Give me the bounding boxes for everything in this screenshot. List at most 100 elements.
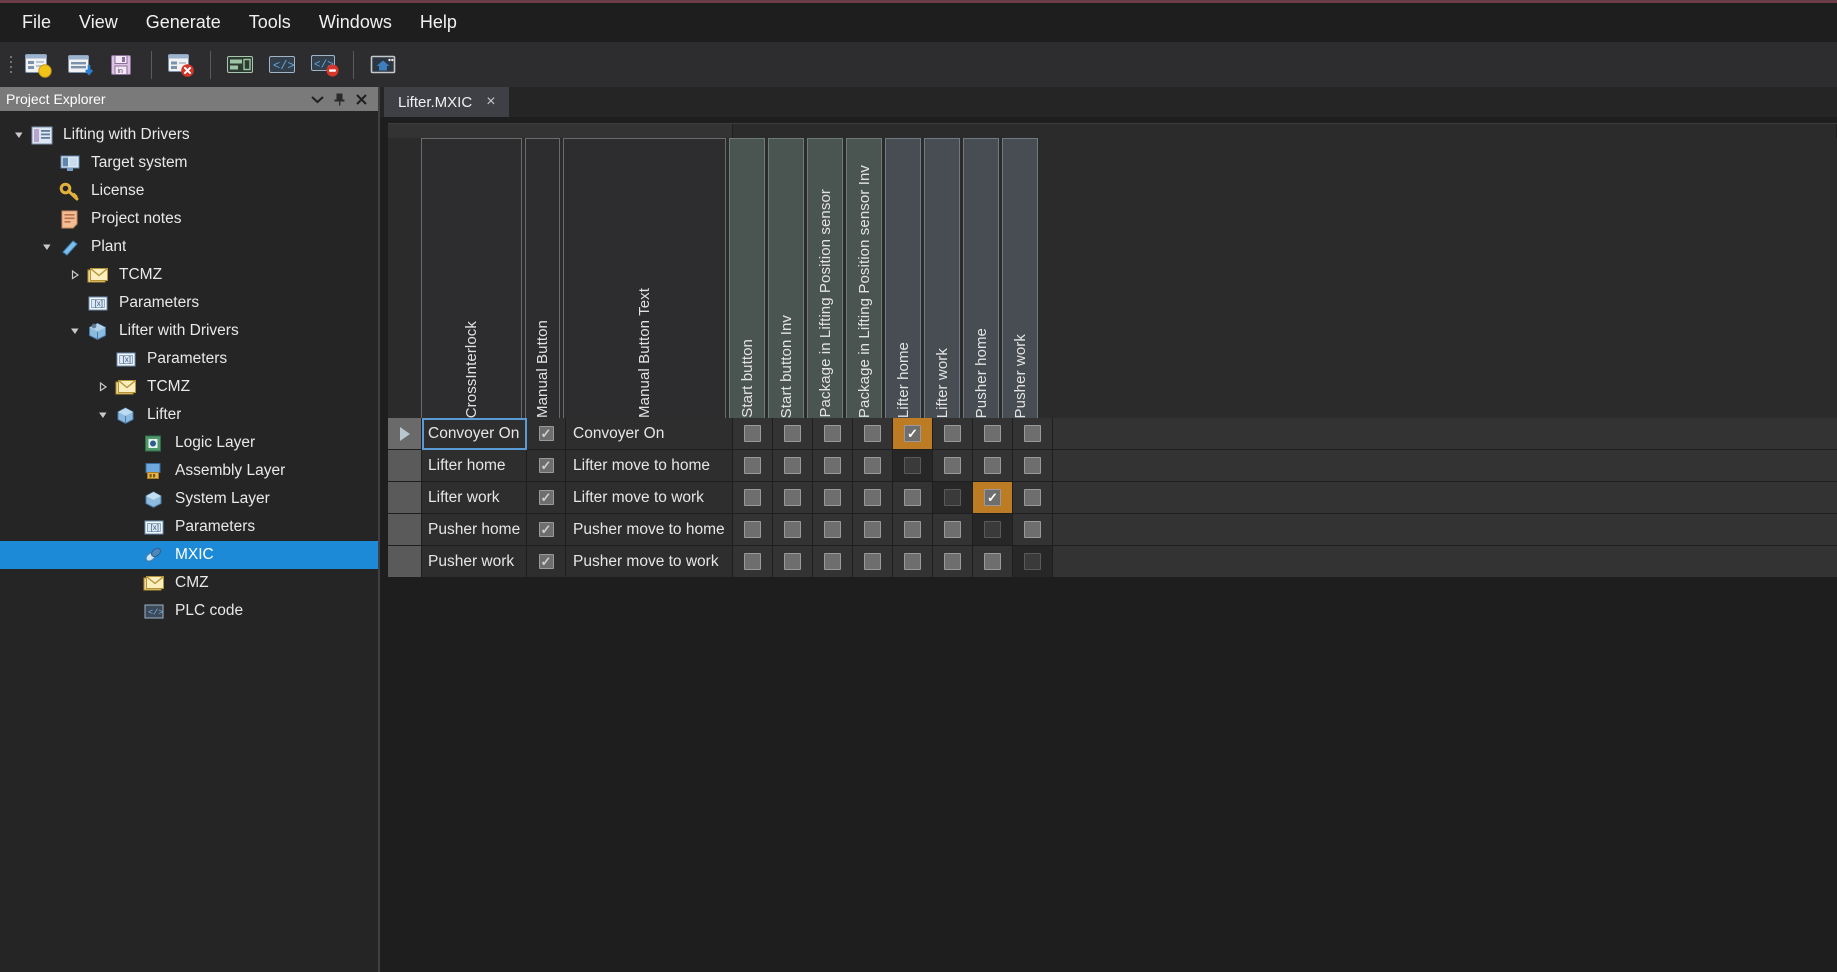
cell-cross-interlock[interactable]: Pusher work xyxy=(422,546,527,578)
tree-item-lifting-with-drivers[interactable]: Lifting with Drivers xyxy=(0,121,378,149)
cell-signal-package-in-lifting-position-sensor-inv[interactable] xyxy=(853,546,893,578)
cell-signal-start-button-inv[interactable] xyxy=(773,482,813,514)
checkbox-signal[interactable] xyxy=(824,457,841,474)
cell-signal-pusher-home[interactable]: ✓ xyxy=(973,482,1013,514)
cell-signal-lifter-home[interactable]: ✓ xyxy=(893,418,933,450)
checkbox-manual-button[interactable]: ✓ xyxy=(538,554,554,569)
cell-manual-button-text[interactable]: Lifter move to work xyxy=(566,482,733,514)
cell-manual-button-checkbox[interactable]: ✓ xyxy=(527,546,566,578)
cell-signal-lifter-work[interactable] xyxy=(933,418,973,450)
cell-signal-package-in-lifting-position-sensor[interactable] xyxy=(813,450,853,482)
checkbox-signal[interactable] xyxy=(1024,521,1041,538)
tree-item-parameters[interactable]: [x] Parameters xyxy=(0,345,378,373)
row-header-indicator[interactable] xyxy=(388,450,422,482)
cell-signal-package-in-lifting-position-sensor-inv[interactable] xyxy=(853,418,893,450)
checkbox-manual-button[interactable]: ✓ xyxy=(538,458,554,473)
generate-code-icon[interactable]: </> xyxy=(262,47,302,83)
row-header-indicator[interactable] xyxy=(388,546,422,578)
cell-signal-lifter-home[interactable] xyxy=(893,514,933,546)
column-header-crossinterlock[interactable]: CrossInterlock xyxy=(421,138,522,418)
matrix-row[interactable]: Pusher work ✓ Pusher move to work xyxy=(388,546,1837,578)
checkbox-signal[interactable] xyxy=(864,457,881,474)
menu-windows[interactable]: Windows xyxy=(305,8,406,37)
checkbox-signal[interactable] xyxy=(944,457,961,474)
checkbox-signal[interactable] xyxy=(904,553,921,570)
tab-close-icon[interactable]: × xyxy=(483,93,498,111)
checkbox-manual-button[interactable]: ✓ xyxy=(538,490,554,505)
cell-signal-package-in-lifting-position-sensor[interactable] xyxy=(813,514,853,546)
cell-signal-start-button[interactable] xyxy=(733,482,773,514)
cell-signal-lifter-work[interactable] xyxy=(933,546,973,578)
checkbox-signal[interactable] xyxy=(744,489,761,506)
checkbox-signal[interactable] xyxy=(824,425,841,442)
checkbox-signal[interactable] xyxy=(944,521,961,538)
tree-item-parameters[interactable]: [x] Parameters xyxy=(0,513,378,541)
column-header-pusher-home[interactable]: Pusher home xyxy=(963,138,999,418)
cell-manual-button-text[interactable]: Convoyer On xyxy=(566,418,733,450)
checkbox-signal[interactable] xyxy=(744,553,761,570)
checkbox-signal[interactable]: ✓ xyxy=(984,489,1001,506)
cell-signal-lifter-work[interactable] xyxy=(933,450,973,482)
checkbox-signal[interactable] xyxy=(984,457,1001,474)
menu-view[interactable]: View xyxy=(65,8,132,37)
tree-item-lifter[interactable]: Lifter xyxy=(0,401,378,429)
cell-signal-package-in-lifting-position-sensor[interactable] xyxy=(813,546,853,578)
cell-signal-package-in-lifting-position-sensor-inv[interactable] xyxy=(853,482,893,514)
checkbox-signal[interactable] xyxy=(784,521,801,538)
column-header-manual-button-text[interactable]: Manual Button Text xyxy=(563,138,726,418)
cell-signal-start-button[interactable] xyxy=(733,418,773,450)
menu-generate[interactable]: Generate xyxy=(132,8,235,37)
checkbox-signal[interactable] xyxy=(984,553,1001,570)
generate-hmi-icon[interactable] xyxy=(220,47,260,83)
matrix-row[interactable]: Convoyer On ✓ Convoyer On ✓ xyxy=(388,418,1837,450)
checkbox-signal[interactable] xyxy=(864,521,881,538)
column-header-package-in-lifting-position-sensor[interactable]: Package in Lifting Position sensor xyxy=(807,138,843,418)
checkbox-signal[interactable] xyxy=(744,425,761,442)
checkbox-signal[interactable] xyxy=(1024,457,1041,474)
chevron-right-icon[interactable] xyxy=(64,270,86,280)
cell-cross-interlock[interactable]: Pusher home xyxy=(422,514,527,546)
checkbox-signal[interactable] xyxy=(1024,425,1041,442)
cell-manual-button-text[interactable]: Pusher move to work xyxy=(566,546,733,578)
chevron-right-icon[interactable] xyxy=(92,382,114,392)
cell-signal-start-button-inv[interactable] xyxy=(773,450,813,482)
checkbox-signal[interactable] xyxy=(824,553,841,570)
new-project-icon[interactable] xyxy=(18,47,58,83)
checkbox-signal[interactable] xyxy=(904,521,921,538)
cell-manual-button-checkbox[interactable]: ✓ xyxy=(527,482,566,514)
tree-item-license[interactable]: License xyxy=(0,177,378,205)
column-header-manual-button[interactable]: Manual Button xyxy=(525,138,560,418)
menu-tools[interactable]: Tools xyxy=(235,8,305,37)
checkbox-signal[interactable] xyxy=(824,489,841,506)
cell-cross-interlock[interactable]: Convoyer On xyxy=(422,418,527,450)
chevron-down-icon[interactable] xyxy=(36,242,58,252)
tree-item-tcmz[interactable]: TCMZ xyxy=(0,373,378,401)
cell-signal-start-button-inv[interactable] xyxy=(773,418,813,450)
column-header-lifter-home[interactable]: Lifter home xyxy=(885,138,921,418)
checkbox-signal[interactable] xyxy=(784,457,801,474)
row-header-indicator[interactable] xyxy=(388,514,422,546)
checkbox-signal[interactable] xyxy=(1024,489,1041,506)
checkbox-manual-button[interactable]: ✓ xyxy=(538,522,554,537)
matrix-row[interactable]: Pusher home ✓ Pusher move to home xyxy=(388,514,1837,546)
cell-signal-pusher-work[interactable] xyxy=(1013,450,1053,482)
menu-file[interactable]: File xyxy=(8,8,65,37)
column-header-pusher-work[interactable]: Pusher work xyxy=(1002,138,1038,418)
tree-item-parameters[interactable]: [x] Parameters xyxy=(0,289,378,317)
column-header-start-button[interactable]: Start button xyxy=(729,138,765,418)
checkbox-signal[interactable] xyxy=(944,553,961,570)
cell-signal-start-button[interactable] xyxy=(733,514,773,546)
tree-item-lifter-with-drivers[interactable]: Lifter with Drivers xyxy=(0,317,378,345)
cell-signal-start-button[interactable] xyxy=(733,546,773,578)
checkbox-signal[interactable] xyxy=(744,457,761,474)
checkbox-manual-button[interactable]: ✓ xyxy=(538,426,554,441)
cell-cross-interlock[interactable]: Lifter home xyxy=(422,450,527,482)
tree-item-assembly-layer[interactable]: Assembly Layer xyxy=(0,457,378,485)
cell-manual-button-text[interactable]: Lifter move to home xyxy=(566,450,733,482)
chevron-down-icon[interactable] xyxy=(64,326,86,336)
tree-item-target-system[interactable]: Target system xyxy=(0,149,378,177)
cell-signal-pusher-work[interactable] xyxy=(1013,482,1053,514)
cell-signal-pusher-home[interactable] xyxy=(973,450,1013,482)
column-header-start-button-inv[interactable]: Start button Inv xyxy=(768,138,804,418)
tree-item-logic-layer[interactable]: Logic Layer xyxy=(0,429,378,457)
